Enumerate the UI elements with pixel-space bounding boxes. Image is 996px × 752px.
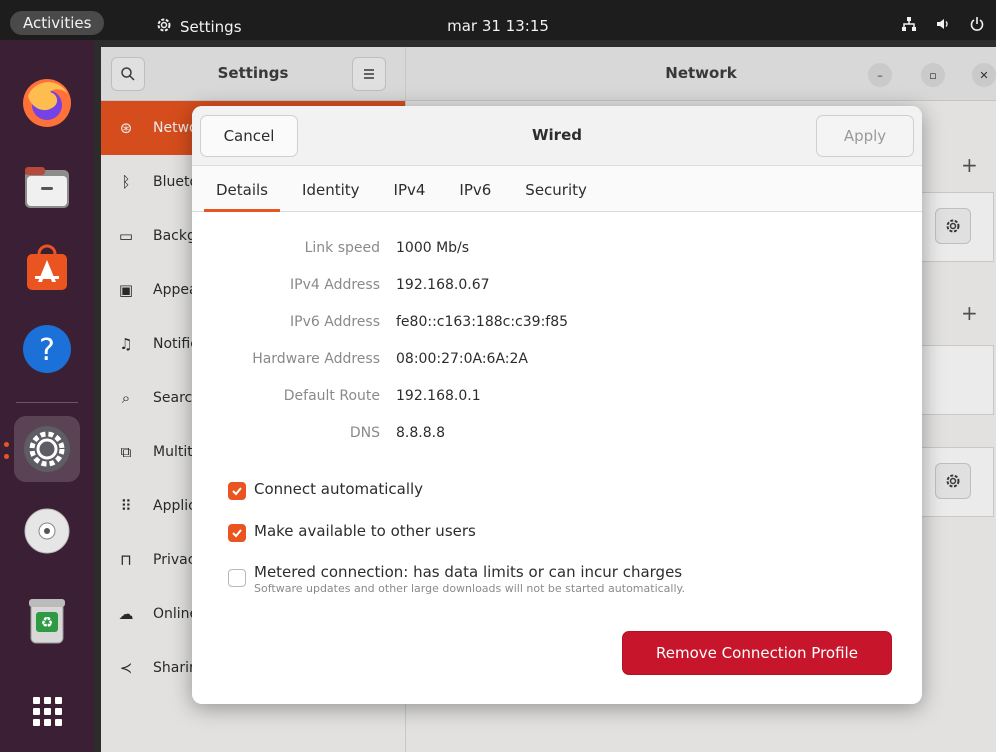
power-icon	[968, 16, 986, 36]
detail-label: Default Route	[283, 388, 380, 404]
running-indicator	[4, 442, 9, 447]
activities-button[interactable]: Activities	[10, 11, 105, 35]
detail-label: Hardware Address	[252, 351, 380, 367]
dialog-title: Wired	[532, 126, 582, 144]
clock[interactable]: mar 31 13:15	[447, 17, 549, 35]
detail-label: IPv6 Address	[290, 314, 380, 330]
wired-connection-dialog: Cancel Wired Apply Details Identity IPv4…	[192, 106, 922, 704]
help-icon[interactable]: ?	[14, 316, 80, 382]
connect-automatically-checkbox[interactable]: Connect automatically	[228, 480, 423, 500]
app-center-icon[interactable]	[14, 235, 80, 301]
detail-row-default-route: Default Route 192.168.0.1	[192, 384, 922, 408]
running-indicator	[4, 454, 9, 459]
trash-icon[interactable]: ♻	[14, 588, 80, 654]
detail-row-dns: DNS 8.8.8.8	[192, 421, 922, 445]
tab-details[interactable]: Details	[204, 181, 281, 212]
detail-row-ipv6: IPv6 Address fe80::c163:188c:c39:f85	[192, 310, 922, 334]
detail-value: 1000 Mb/s	[396, 240, 470, 256]
checkbox-label: Metered connection: has data limits or c…	[254, 563, 683, 581]
detail-label: DNS	[349, 425, 380, 441]
system-tray[interactable]	[900, 16, 986, 36]
dock-separator	[16, 402, 78, 403]
dialog-header: Cancel Wired Apply	[192, 106, 922, 166]
network-wired-icon	[900, 16, 918, 36]
detail-row-hardware-address: Hardware Address 08:00:27:0A:6A:2A	[192, 347, 922, 371]
checkbox-description: Software updates and other large downloa…	[254, 582, 685, 595]
metered-connection-checkbox[interactable]: Metered connection: has data limits or c…	[228, 563, 685, 595]
tab-security[interactable]: Security	[513, 181, 599, 211]
detail-label: IPv4 Address	[290, 277, 380, 293]
detail-row-link-speed: Link speed 1000 Mb/s	[192, 236, 922, 260]
check-icon	[232, 529, 242, 538]
files-icon[interactable]	[14, 155, 80, 221]
firefox-icon[interactable]	[14, 70, 80, 136]
checkbox-unchecked[interactable]	[228, 569, 246, 587]
show-apps-icon[interactable]	[14, 678, 80, 744]
detail-value: 192.168.0.1	[396, 388, 481, 404]
available-to-other-users-checkbox[interactable]: Make available to other users	[228, 522, 476, 542]
settings-icon[interactable]	[14, 416, 80, 482]
svg-text:♻: ♻	[41, 615, 54, 631]
checkbox-checked[interactable]	[228, 482, 246, 500]
checkbox-label: Connect automatically	[254, 480, 424, 498]
detail-value: 8.8.8.8	[396, 425, 445, 441]
remove-connection-profile-button[interactable]: Remove Connection Profile	[622, 631, 892, 675]
volume-icon	[934, 16, 952, 36]
app-menu[interactable]: Settings	[156, 17, 242, 37]
gear-icon	[156, 17, 172, 37]
detail-value: 192.168.0.67	[396, 277, 490, 293]
dvd-icon[interactable]	[14, 498, 80, 564]
tab-ipv6[interactable]: IPv6	[447, 181, 503, 211]
checkbox-checked[interactable]	[228, 524, 246, 542]
checkbox-label: Make available to other users	[254, 522, 476, 540]
detail-value: 08:00:27:0A:6A:2A	[396, 351, 528, 367]
dock: ? ♻	[0, 40, 94, 752]
svg-text:?: ?	[39, 333, 55, 368]
check-icon	[232, 487, 242, 496]
detail-value: fe80::c163:188c:c39:f85	[396, 314, 569, 330]
apply-button[interactable]: Apply	[816, 115, 914, 157]
app-menu-label: Settings	[180, 18, 242, 36]
detail-row-ipv4: IPv4 Address 192.168.0.67	[192, 273, 922, 297]
tab-identity[interactable]: Identity	[290, 181, 372, 211]
detail-label: Link speed	[304, 240, 380, 256]
dialog-tabs: Details Identity IPv4 IPv6 Security	[192, 166, 922, 212]
top-bar: Activities Settings mar 31 13:15	[0, 0, 996, 40]
tab-ipv4[interactable]: IPv4	[382, 181, 438, 211]
